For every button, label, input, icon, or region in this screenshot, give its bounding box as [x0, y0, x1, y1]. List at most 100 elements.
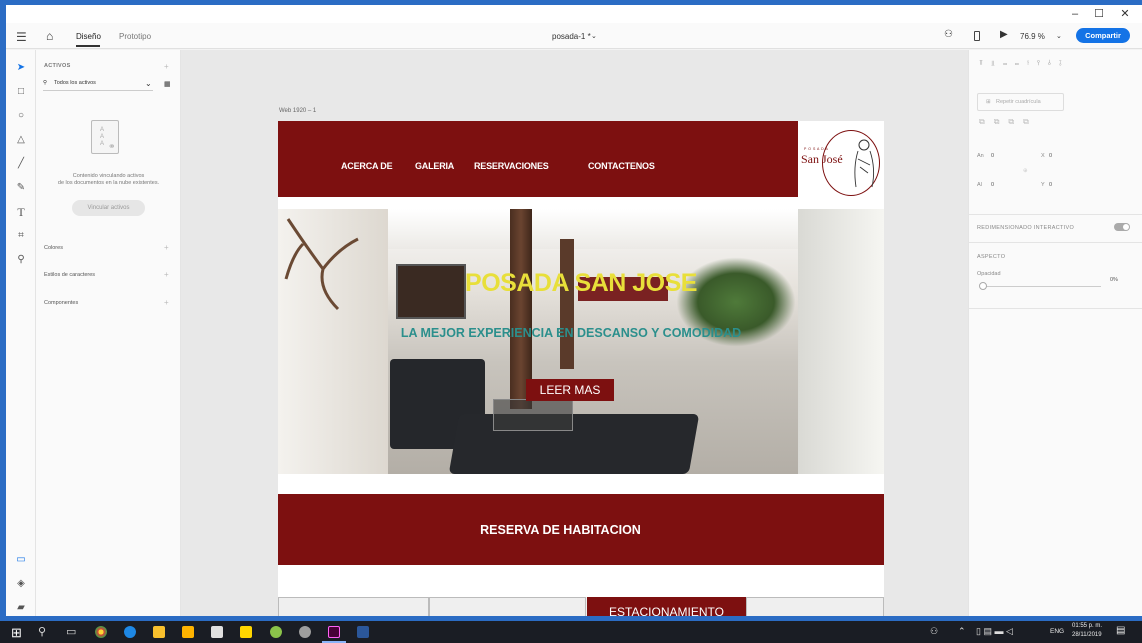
word-icon[interactable] — [357, 626, 369, 638]
add-asset-icon[interactable]: + — [164, 62, 169, 71]
bottom-tab-1[interactable] — [278, 597, 429, 616]
zoom-level[interactable]: 76.9 % — [1020, 32, 1045, 41]
clock-date[interactable]: 28/11/2019 — [1072, 632, 1102, 638]
zoom-tool-icon[interactable]: ⚲ — [15, 254, 27, 266]
artboard-tool-icon[interactable]: ⌗ — [15, 230, 27, 242]
hamburger-menu-icon[interactable]: ☰ — [16, 30, 27, 44]
line-tool-icon[interactable]: ╱ — [15, 158, 27, 170]
opacity-slider[interactable] — [983, 286, 1101, 287]
search-icon: ⚲ — [43, 80, 48, 86]
nav-gallery[interactable]: GALERIA — [415, 161, 454, 171]
photoshop-style-icon[interactable] — [299, 626, 311, 638]
add-char-style-icon[interactable]: + — [164, 270, 169, 279]
nav-contact[interactable]: CONTACTENOS — [588, 161, 655, 171]
play-icon[interactable]: ▶ — [1000, 29, 1008, 40]
close-button[interactable]: ✕ — [1116, 8, 1134, 20]
parking-tab[interactable]: ESTACIONAMIENTO — [587, 597, 746, 616]
reservation-heading[interactable]: RESERVA DE HABITACION — [278, 523, 843, 537]
polygon-tool-icon[interactable]: △ — [15, 134, 27, 146]
search-icon[interactable]: ⚲ — [38, 625, 46, 638]
hero-title: POSADA SAN JOSE — [465, 269, 697, 297]
windows-start-icon[interactable]: ⊞ — [11, 625, 22, 641]
maximize-button[interactable]: ☐ — [1090, 8, 1108, 20]
read-more-button[interactable]: LEER MAS — [526, 379, 614, 401]
nav-reservations[interactable]: RESERVACIONES — [474, 161, 549, 171]
add-component-icon[interactable]: + — [164, 298, 169, 307]
artboard[interactable]: ACERCA DE GALERIA RESERVACIONES CONTACTE… — [278, 121, 884, 616]
select-tool-icon[interactable]: ➤ — [15, 62, 27, 74]
assets-filter-select[interactable]: ⚲ Todos los activos ⌄ — [43, 77, 153, 91]
tool-rail: ➤ □ ○ △ ╱ ✎ T ⌗ ⚲ ▭ ◈ ▰ — [6, 50, 36, 616]
glass-table — [493, 399, 573, 431]
hero-subtitle: LA MEJOR EXPERIENCIA EN DESCANSO Y COMOD… — [400, 326, 742, 340]
divider — [969, 308, 1142, 309]
linked-document-icon: AAA ⚭ — [91, 120, 119, 154]
xd-window: – ☐ ✕ ☰ ⌂ Diseño Prototipo posada-1 * ⌄ … — [6, 5, 1142, 616]
nav-bar: ACERCA DE GALERIA RESERVACIONES CONTACTE… — [278, 121, 798, 197]
text-tool-icon[interactable]: T — [15, 206, 27, 218]
align-icons[interactable]: ⫪⫫⫬⫭⫮⫯⫰⫱ — [979, 60, 1135, 72]
adobe-xd-icon[interactable] — [328, 626, 340, 638]
add-color-icon[interactable]: + — [164, 243, 169, 252]
mail-icon[interactable] — [211, 626, 223, 638]
width-label: An — [977, 153, 984, 159]
tab-design[interactable]: Diseño — [76, 32, 101, 41]
home-icon[interactable]: ⌂ — [46, 29, 53, 43]
plugins-icon[interactable]: ▰ — [15, 602, 27, 614]
user-icon[interactable]: ⚇ — [944, 29, 953, 40]
file-explorer-icon[interactable] — [153, 626, 165, 638]
components-section[interactable]: Componentes — [44, 300, 78, 306]
responsive-toggle[interactable] — [1114, 223, 1130, 231]
height-field[interactable]: 0 — [991, 182, 994, 188]
x-field[interactable]: 0 — [1049, 153, 1052, 159]
chevron-down-icon: ⌄ — [145, 79, 152, 88]
lock-aspect-icon[interactable]: ⊕ — [1023, 168, 1028, 174]
divider — [969, 214, 1142, 215]
colors-section[interactable]: Colores — [44, 245, 63, 251]
window-wall — [798, 209, 884, 474]
sticky-notes-icon[interactable] — [240, 626, 252, 638]
store-icon[interactable] — [182, 626, 194, 638]
windows-taskbar: ⊞ ⚲ ▭ ⚇ ⌃ ▯ ▤ ▬ ◁ ENG 01:55 p. m. 28/11/… — [0, 621, 1142, 643]
height-label: Al — [977, 182, 982, 188]
notifications-icon[interactable]: ▤ — [1116, 625, 1125, 636]
char-styles-section[interactable]: Estilos de caracteres — [44, 272, 95, 278]
device-icon[interactable] — [974, 31, 980, 41]
maps-icon[interactable] — [270, 626, 282, 638]
grid-view-icon[interactable]: ▦ — [164, 80, 171, 88]
black-sofa-front — [448, 414, 700, 474]
ellipse-tool-icon[interactable]: ○ — [15, 110, 27, 122]
clock-time[interactable]: 01:55 p. m. — [1072, 623, 1102, 629]
zoom-chevron-icon[interactable]: ⌄ — [1056, 32, 1062, 40]
tray-icons[interactable]: ▯ ▤ ▬ ◁ — [976, 626, 1013, 637]
edge-icon[interactable] — [124, 626, 136, 638]
bottom-tab-2[interactable] — [429, 597, 586, 616]
width-field[interactable]: 0 — [991, 153, 994, 159]
document-title[interactable]: posada-1 * — [552, 32, 591, 41]
artboard-label[interactable]: Web 1920 – 1 — [279, 108, 316, 114]
tab-prototype[interactable]: Prototipo — [119, 32, 151, 41]
app-toolbar: ☰ ⌂ Diseño Prototipo posada-1 * ⌄ ⚇ ▶ 76… — [6, 23, 1142, 49]
pen-tool-icon[interactable]: ✎ — [15, 182, 27, 194]
people-icon[interactable]: ⚇ — [930, 626, 938, 637]
repeat-grid-button[interactable]: ⊞ Repetir cuadrícula — [977, 93, 1064, 111]
bottom-tab-4[interactable] — [746, 597, 884, 616]
design-canvas[interactable]: Web 1920 – 1 ACERCA DE GALERIA RESERVACI… — [181, 50, 968, 616]
opacity-slider-handle[interactable] — [979, 282, 987, 290]
share-button[interactable]: Compartir — [1076, 28, 1130, 43]
boolean-ops-icons[interactable]: ⧉⧉⧉⧉ — [979, 117, 1038, 127]
assets-panel-icon[interactable]: ▭ — [15, 554, 27, 566]
task-view-icon[interactable]: ▭ — [66, 625, 76, 638]
rectangle-tool-icon[interactable]: □ — [15, 86, 27, 98]
repeat-grid-icon: ⊞ — [986, 99, 991, 105]
language-indicator[interactable]: ENG — [1050, 628, 1064, 635]
minimize-button[interactable]: – — [1066, 8, 1084, 20]
layers-icon[interactable]: ◈ — [15, 578, 27, 590]
chevron-up-icon[interactable]: ⌃ — [958, 626, 966, 637]
nav-about[interactable]: ACERCA DE — [341, 161, 393, 171]
opacity-value[interactable]: 0% — [1110, 277, 1118, 283]
chrome-icon[interactable] — [95, 626, 107, 638]
link-assets-button[interactable]: Vincular activos — [72, 200, 145, 216]
chevron-down-icon[interactable]: ⌄ — [591, 32, 597, 40]
y-field[interactable]: 0 — [1049, 182, 1052, 188]
